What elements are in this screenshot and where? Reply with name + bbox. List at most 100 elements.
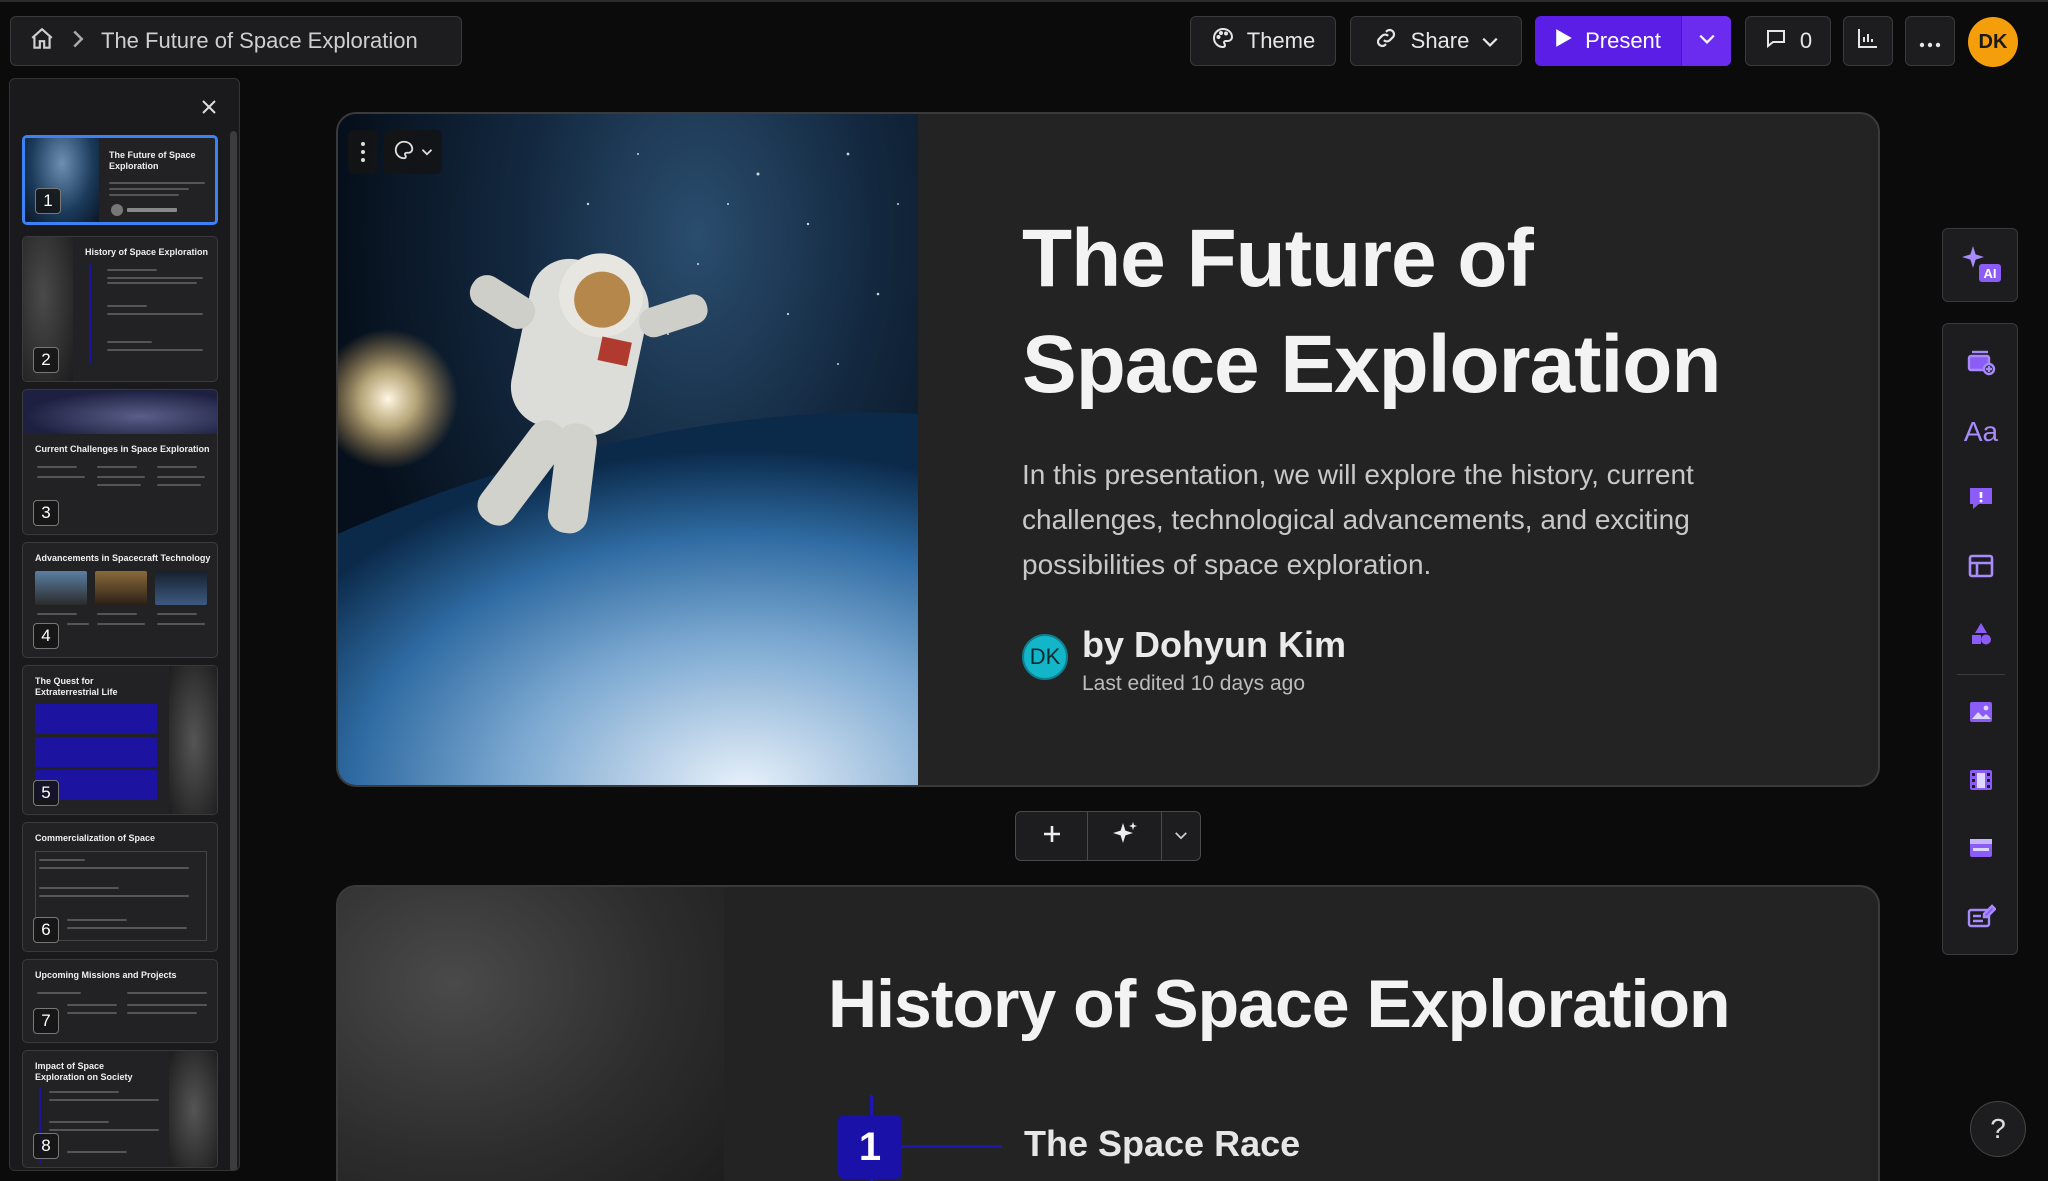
slide-thumbnail[interactable]: Commercialization of Space 6 [22,822,218,952]
slide-thumbnail[interactable]: Current Challenges in Space Exploration … [22,389,218,535]
close-icon[interactable] [199,97,219,117]
comment-icon [1764,26,1788,56]
film-icon [1967,767,1995,798]
slide-thumbnail[interactable]: Impact of Space Exploration on Society 8 [22,1050,218,1168]
text-icon: Aa [1963,416,1999,447]
ai-sparkle-icon: AI [1957,242,2003,289]
image-toolbar [348,130,442,174]
thumb-title: Impact of Space Exploration on Society [35,1061,133,1082]
present-button[interactable]: Present [1535,16,1681,66]
present-options-button[interactable] [1681,16,1731,66]
slide-title[interactable]: The Future of Space Exploration [1022,206,1822,418]
thumb-text-line [157,484,201,486]
thumb-number: 1 [35,188,61,214]
shapes-tool[interactable] [1943,610,2019,662]
slide-description[interactable]: In this presentation, we will explore th… [1022,452,1742,587]
slide-history[interactable]: History of Space Exploration 1 The Space… [336,885,1880,1181]
slide-thumbnail[interactable]: Advancements in Spacecraft Technology 4 [22,542,218,658]
moon-surface-image[interactable] [338,887,724,1181]
slide-title-line: The Future of [1022,213,1534,304]
slide-thumbnail[interactable]: History of Space Exploration 2 [22,236,218,382]
thumb-card [35,737,157,767]
theme-button[interactable]: Theme [1190,16,1336,66]
help-button[interactable]: ? [1970,1101,2026,1157]
slide-title-line: Space Exploration [1022,319,1721,410]
home-icon[interactable] [29,26,55,57]
chevron-down-icon [421,143,433,161]
form-tool[interactable] [1943,892,2019,944]
astronaut-image[interactable] [338,114,918,785]
embed-tool[interactable] [1943,824,2019,876]
thumb-text-line [37,992,81,994]
present-label: Present [1585,28,1661,53]
thumb-number: 7 [33,1008,59,1034]
thumb-text-line [97,484,141,486]
slide-title[interactable]: History of Space Exploration [828,965,1731,1043]
thumb-timeline [89,263,91,363]
thumbnails-scrollbar[interactable] [230,131,237,1170]
author-name[interactable]: by Dohyun Kim [1082,624,1346,666]
thumb-text-line [49,1129,159,1131]
callout-tool[interactable] [1943,474,2019,526]
bar-chart-icon [1856,26,1880,56]
image-tool[interactable] [1943,688,2019,740]
user-avatar[interactable]: DK [1968,17,2018,67]
thumb-text-line [49,1099,159,1101]
layout-icon [1967,553,1995,584]
thumb-text-line [127,1012,197,1014]
more-options-button[interactable] [1905,16,1955,66]
text-tool[interactable]: Aa [1943,406,2019,458]
slide-thumbnail[interactable]: The Quest for Extraterrestrial Life 5 [22,665,218,815]
chevron-right-icon [71,29,85,54]
slide-title-card[interactable]: The Future of Space Exploration In this … [336,112,1880,787]
chevron-down-icon [1174,827,1188,845]
thumb-image [169,1051,217,1167]
layout-tool[interactable] [1943,542,2019,594]
thumb-text-line [67,927,187,929]
add-card-toolbar [1015,811,1201,861]
insert-tools-rail: Aa [1942,323,2018,955]
edit-form-icon [1966,902,1997,935]
add-card-tool[interactable] [1943,338,2019,390]
timeline-item-title[interactable]: The Space Race [1024,1123,1300,1165]
add-card-icon [1966,348,1996,381]
thumb-text-line [67,919,127,921]
sparkle-icon [1111,821,1139,852]
author-avatar: DK [1022,634,1068,680]
thumb-text-line [107,349,203,351]
ai-assistant-button[interactable]: AI [1942,228,2018,302]
thumb-title: Commercialization of Space [35,833,156,843]
thumb-text-line [127,208,177,212]
thumb-text-line [67,1151,127,1153]
thumb-image [155,571,207,605]
breadcrumb-title[interactable]: The Future of Space Exploration [101,28,418,54]
thumb-title: Upcoming Missions and Projects [35,970,177,980]
slide-thumbnail[interactable]: Upcoming Missions and Projects 7 [22,959,218,1043]
thumb-number: 6 [33,917,59,943]
ellipsis-icon [1919,28,1941,54]
share-button[interactable]: Share [1350,16,1522,66]
space-illustration [338,152,918,785]
thumb-text-line [37,476,85,478]
thumb-text-line [97,466,137,468]
thumb-text-line [39,895,189,897]
comments-button[interactable]: 0 [1745,16,1831,66]
thumb-text-line [39,887,119,889]
slide-thumbnail[interactable]: The Future of Space Exploration 1 [22,135,218,225]
add-card-options-button[interactable] [1162,812,1200,860]
add-card-button[interactable] [1016,812,1088,860]
video-tool[interactable] [1943,756,2019,808]
analytics-button[interactable] [1843,16,1893,66]
callout-icon [1967,484,1995,517]
image-style-button[interactable] [384,130,442,174]
thumb-text-line [107,305,147,307]
drag-handle-icon[interactable] [348,130,378,174]
thumb-image [23,390,217,434]
thumb-text-line [97,613,137,615]
ai-generate-card-button[interactable] [1088,812,1162,860]
thumb-text-line [107,277,203,279]
thumb-text-line [37,613,77,615]
thumb-number: 4 [33,623,59,649]
present-button-group: Present [1535,16,1731,66]
thumb-text-line [107,341,152,343]
